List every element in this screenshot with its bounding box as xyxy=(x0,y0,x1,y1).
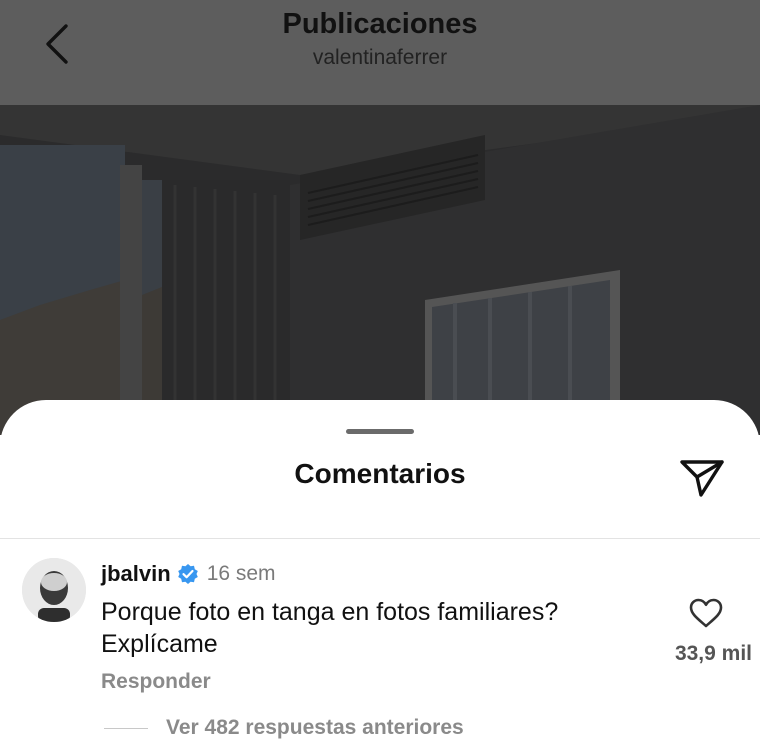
comments-sheet: Comentarios jbalvin 16 sem Porque foto e… xyxy=(0,400,760,748)
reply-button[interactable]: Responder xyxy=(101,670,211,694)
sheet-title: Comentarios xyxy=(294,458,466,489)
post-image xyxy=(0,105,760,435)
verified-badge-icon xyxy=(177,563,199,585)
heart-icon xyxy=(689,598,723,628)
comment-text-line1: Porque foto en tanga en fotos familiares… xyxy=(101,598,559,626)
replies-divider-line xyxy=(104,727,148,729)
view-replies-button[interactable]: Ver 482 respuestas anteriores xyxy=(104,716,464,740)
comment-time: 16 sem xyxy=(206,562,276,585)
like-button[interactable] xyxy=(686,595,726,631)
comment-username[interactable]: jbalvin xyxy=(101,561,171,587)
avatar-image xyxy=(22,558,86,622)
divider xyxy=(0,538,760,539)
page-title: Publicaciones xyxy=(282,8,478,40)
comment-text: Porque foto en tanga en fotos familiares… xyxy=(101,596,631,660)
page-subtitle: valentinaferrer xyxy=(312,46,448,69)
avatar[interactable] xyxy=(22,558,86,622)
top-bar: Publicaciones valentinaferrer xyxy=(0,0,760,105)
paper-plane-icon xyxy=(680,460,724,497)
comment-header: jbalvin 16 sem xyxy=(101,561,276,587)
comment-text-line2: Explícame xyxy=(101,630,218,658)
like-count: 33,9 mil xyxy=(674,642,752,665)
share-button[interactable] xyxy=(676,454,728,502)
sheet-grabber[interactable] xyxy=(346,429,414,434)
view-replies-label: Ver 482 respuestas anteriores xyxy=(166,716,464,739)
